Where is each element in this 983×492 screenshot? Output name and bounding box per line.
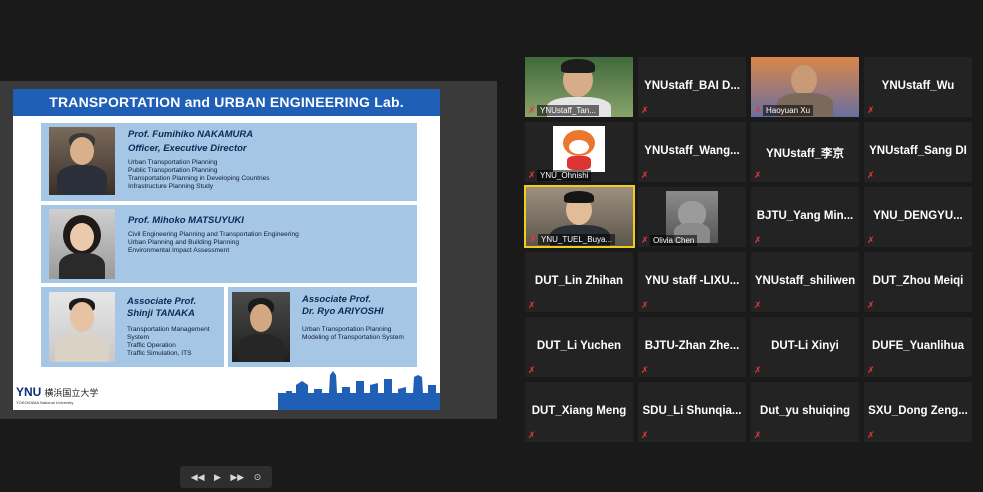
participant-name: DUT_Xiang Meng xyxy=(531,405,627,417)
title-ariyoshi: Associate Prof. xyxy=(302,294,372,305)
participant-name: Dut_yu shuiqing xyxy=(759,405,851,417)
muted-mic-icon: ✗ xyxy=(754,170,762,180)
title-tanaka: Associate Prof. xyxy=(127,296,197,307)
role-nakamura: Officer, Executive Director xyxy=(128,143,247,154)
name-matsuyuki: Prof. Mihoko MATSUYUKI xyxy=(128,215,244,226)
participant-name: YNUstaff_Wang... xyxy=(644,145,740,157)
muted-mic-icon: ✗ xyxy=(641,365,649,375)
city-skyline-graphic xyxy=(278,371,440,410)
topics-matsuyuki: Civil Engineering Planning and Transport… xyxy=(128,231,299,254)
participant-name: YNU staff -LIXU... xyxy=(644,275,740,287)
muted-mic-icon: ✗ xyxy=(754,300,762,310)
participant-tile[interactable]: SDU_Li Shunqia... ✗ xyxy=(638,382,746,442)
muted-mic-icon: ✗ xyxy=(641,170,649,180)
photo-ariyoshi xyxy=(232,292,290,362)
photo-matsuyuki xyxy=(49,209,115,279)
participant-name: DUT_Li Yuchen xyxy=(536,340,622,352)
participant-tile[interactable]: Dut_yu shuiqing ✗ xyxy=(751,382,859,442)
participant-name: SDU_Li Shunqia... xyxy=(642,405,742,417)
muted-mic-icon: ✗ xyxy=(641,105,649,115)
muted-mic-icon: ✗ xyxy=(528,300,536,310)
participant-tile[interactable]: ✗ Olivia Chen xyxy=(638,187,746,247)
participant-name: YNU_DENGYU... xyxy=(873,210,963,222)
participant-tile[interactable]: DUT_Xiang Meng ✗ xyxy=(525,382,633,442)
name-tanaka: Shinji TANAKA xyxy=(127,308,195,319)
participant-tile[interactable]: ✗ YNU_Ohnishi xyxy=(525,122,633,182)
participant-tile[interactable]: YNUstaff_Wang... ✗ xyxy=(638,122,746,182)
participant-tile[interactable]: ✗ YNUstaff_Tan... xyxy=(525,57,633,117)
participant-name: YNUstaff_李京 xyxy=(766,148,844,160)
participant-name: DUT_Zhou Meiqi xyxy=(872,275,964,287)
muted-mic-icon: ✗ xyxy=(528,430,536,440)
participant-tile[interactable]: YNUstaff_李京 ✗ xyxy=(751,122,859,182)
ynu-logo-subtitle: YOKOHAMA National University xyxy=(16,400,74,405)
muted-mic-icon: ✗ xyxy=(867,430,875,440)
muted-mic-icon: ✗ xyxy=(528,365,536,375)
slide-controls: ◀◀ ▶ ▶▶ ⊙ xyxy=(180,466,272,488)
participant-tile[interactable]: SXU_Dong Zeng... ✗ xyxy=(864,382,972,442)
muted-mic-icon: ✗ xyxy=(867,170,875,180)
topics-tanaka: Transportation Management System Traffic… xyxy=(127,326,210,357)
participant-tile[interactable]: DUT_Li Yuchen ✗ xyxy=(525,317,633,377)
participant-name: Olivia Chen xyxy=(650,235,698,246)
muted-mic-icon: ✗ xyxy=(754,365,762,375)
participant-name: BJTU-Zhan Zhe... xyxy=(644,340,740,352)
participant-name: SXU_Dong Zeng... xyxy=(868,405,968,417)
participant-name: BJTU_Yang Min... xyxy=(756,210,854,222)
muted-mic-icon: ✗ xyxy=(754,430,762,440)
participant-name: YNUstaff_Sang DI xyxy=(869,145,967,157)
participant-tile[interactable]: YNU_DENGYU... ✗ xyxy=(864,187,972,247)
muted-mic-icon: ✗ xyxy=(867,300,875,310)
next-slide-button[interactable]: ▶▶ xyxy=(230,466,244,488)
participant-name: YNUstaff_Wu xyxy=(881,80,955,92)
participant-tile[interactable]: YNUstaff_BAI D... ✗ xyxy=(638,57,746,117)
muted-mic-icon: ✗ xyxy=(641,300,649,310)
participant-tile[interactable]: BJTU-Zhan Zhe... ✗ xyxy=(638,317,746,377)
participant-tile-active-speaker[interactable]: ✗ YNU_TUEL_Buya... xyxy=(524,185,635,248)
participant-tile[interactable]: DUT-Li Xinyi ✗ xyxy=(751,317,859,377)
participant-tile[interactable]: YNUstaff_shiliwen ✗ xyxy=(751,252,859,312)
participant-name: YNU_TUEL_Buya... xyxy=(538,234,616,245)
play-button[interactable]: ▶ xyxy=(214,466,221,488)
photo-tanaka xyxy=(49,292,115,362)
topics-nakamura: Urban Transportation Planning Public Tra… xyxy=(128,159,270,190)
participant-name: Haoyuan Xu xyxy=(763,105,814,116)
participant-name: YNUstaff_BAI D... xyxy=(644,80,740,92)
muted-mic-icon: ✗ xyxy=(867,105,875,115)
name-nakamura: Prof. Fumihiko NAKAMURA xyxy=(128,129,254,140)
participant-tile[interactable]: YNU staff -LIXU... ✗ xyxy=(638,252,746,312)
participant-name: YNUstaff_shiliwen xyxy=(754,275,856,287)
muted-mic-icon: ✗ xyxy=(867,365,875,375)
pointer-button[interactable]: ⊙ xyxy=(254,466,262,488)
participant-tile[interactable]: YNUstaff_Wu ✗ xyxy=(864,57,972,117)
participant-tile[interactable]: ✗ Haoyuan Xu xyxy=(751,57,859,117)
shared-screen: TRANSPORTATION and URBAN ENGINEERING Lab… xyxy=(0,81,497,488)
previous-slide-button[interactable]: ◀◀ xyxy=(191,466,205,488)
topics-ariyoshi: Urban Transportation Planning Modeling o… xyxy=(302,326,404,341)
muted-mic-icon: ✗ xyxy=(754,235,762,245)
participant-tile[interactable]: BJTU_Yang Min... ✗ xyxy=(751,187,859,247)
participant-name: DUFE_Yuanlihua xyxy=(871,340,965,352)
avatar xyxy=(553,126,605,172)
participant-tile[interactable]: YNUstaff_Sang DI ✗ xyxy=(864,122,972,182)
participant-name: YNUstaff_Tan... xyxy=(537,105,599,116)
name-ariyoshi: Dr. Ryo ARIYOSHI xyxy=(302,306,384,317)
participant-tile[interactable]: DUT_Lin Zhihan ✗ xyxy=(525,252,633,312)
participant-name: YNU_Ohnishi xyxy=(537,170,592,181)
muted-mic-icon: ✗ xyxy=(641,430,649,440)
participant-tile[interactable]: DUFE_Yuanlihua ✗ xyxy=(864,317,972,377)
slide-title: TRANSPORTATION and URBAN ENGINEERING Lab… xyxy=(13,89,440,116)
presentation-slide: TRANSPORTATION and URBAN ENGINEERING Lab… xyxy=(13,89,440,410)
participant-tile[interactable]: DUT_Zhou Meiqi ✗ xyxy=(864,252,972,312)
muted-mic-icon: ✗ xyxy=(867,235,875,245)
participant-name: DUT_Lin Zhihan xyxy=(534,275,624,287)
ynu-logo: YNU 横浜国立大学 xyxy=(16,385,99,399)
participant-name: DUT-Li Xinyi xyxy=(771,340,839,352)
photo-nakamura xyxy=(49,127,115,195)
